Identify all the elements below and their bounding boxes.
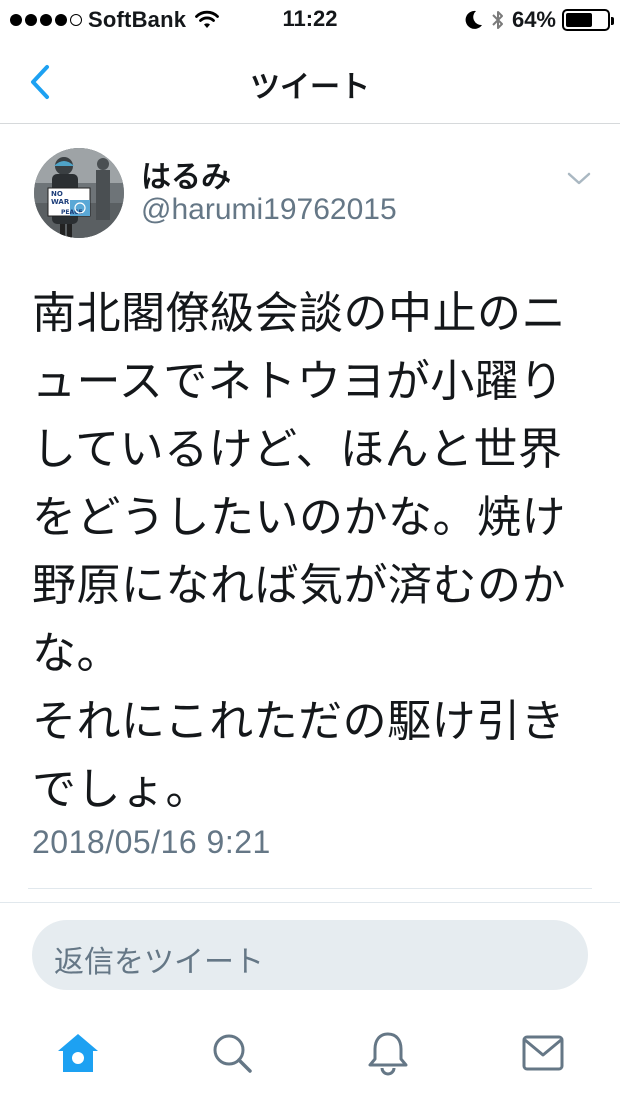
- reply-input[interactable]: 返信をツイート: [32, 920, 588, 990]
- avatar-photo: NO WAR PEACE: [34, 148, 124, 238]
- wifi-icon: [195, 10, 220, 28]
- battery-fill: [566, 13, 592, 27]
- tab-notifications[interactable]: [363, 1028, 413, 1078]
- divider: [28, 888, 592, 889]
- signal-dot: [25, 14, 37, 26]
- battery-percent: 64%: [511, 7, 556, 32]
- tab-search[interactable]: [207, 1028, 257, 1078]
- tab-messages[interactable]: [518, 1028, 568, 1078]
- tab-bar: [0, 1010, 620, 1101]
- tweet-timestamp: 2018/05/16 9:21: [32, 824, 271, 860]
- messages-envelope-icon: [522, 1035, 564, 1071]
- status-bar-left: SoftBank: [10, 6, 220, 34]
- reply-placeholder: 返信をツイート: [54, 945, 264, 980]
- chevron-left-icon: [31, 65, 49, 99]
- home-icon: [58, 1034, 98, 1072]
- status-bar-right: 64%: [464, 6, 614, 34]
- signal-dot-empty: [70, 14, 82, 26]
- carrier-name: SoftBank: [88, 7, 187, 32]
- avatar-sign-text-1: NO: [51, 190, 63, 198]
- avatar[interactable]: NO WAR PEACE: [34, 148, 124, 238]
- signal-strength-icon: [10, 14, 82, 26]
- search-icon: [213, 1034, 252, 1073]
- signal-dot: [55, 14, 67, 26]
- chevron-down-icon[interactable]: [566, 170, 592, 188]
- navigation-bar: ツイート: [0, 40, 620, 124]
- user-handle[interactable]: @harumi19762015: [141, 193, 397, 227]
- notifications-bell-icon: [368, 1032, 408, 1076]
- back-button[interactable]: [20, 62, 60, 102]
- tweet-text: 南北閣僚級会談の中止のニュースでネトウヨが小躍りしているけど、ほんと世界をどうし…: [32, 288, 566, 815]
- moon-icon: [465, 10, 482, 29]
- signal-dot: [40, 14, 52, 26]
- user-display-name[interactable]: はるみ: [141, 152, 231, 196]
- avatar-sign-text-2: WAR: [51, 198, 70, 206]
- status-bar: SoftBank 11:22 64%: [0, 0, 620, 40]
- signal-dot: [10, 14, 22, 26]
- page-title: ツイート: [250, 70, 370, 105]
- battery-icon: [562, 9, 614, 31]
- tab-home[interactable]: [53, 1028, 103, 1078]
- divider: [0, 902, 620, 903]
- bluetooth-icon: [492, 11, 503, 29]
